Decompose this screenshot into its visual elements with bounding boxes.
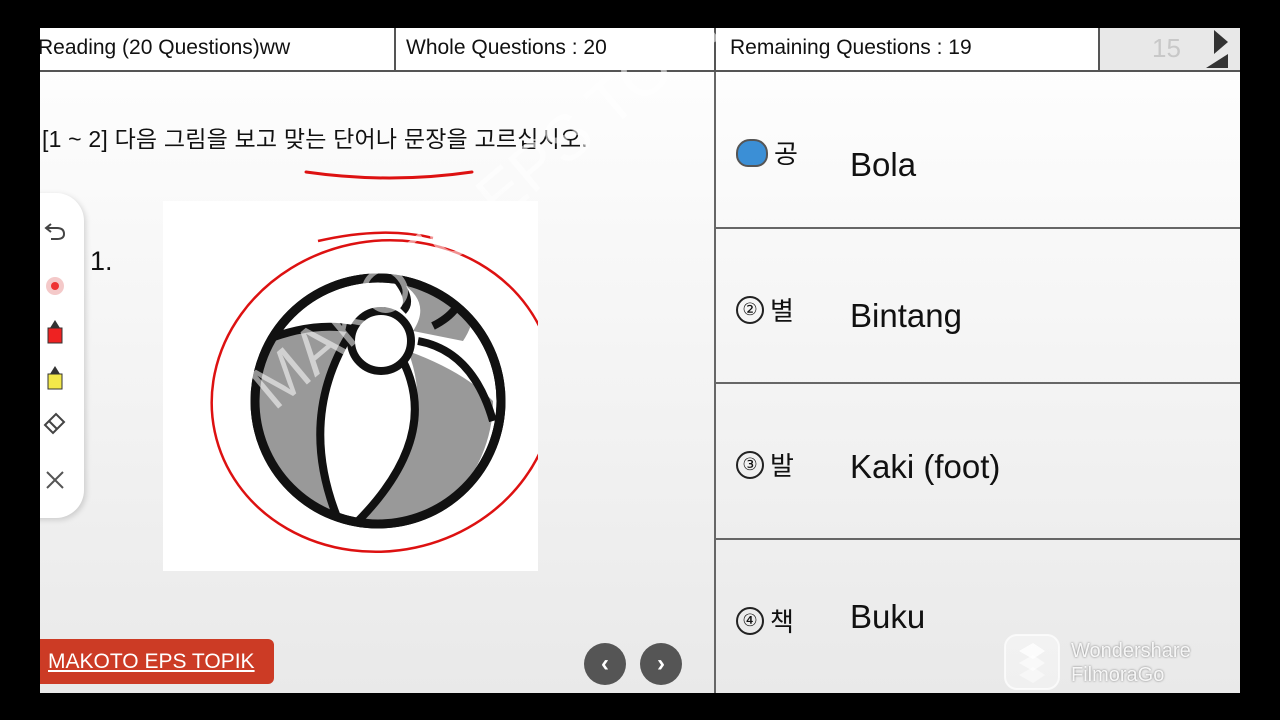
answer-korean: 책 (770, 607, 794, 637)
answer-option-1[interactable]: 공 Bola (716, 72, 1240, 229)
remaining-questions-count: Remaining Questions : 19 (716, 28, 1100, 72)
answer-number-icon: ③ (736, 450, 764, 479)
overlay-line-1: Wondershare (1071, 640, 1191, 662)
instruction-underline-annotation (304, 170, 474, 180)
answer-text: Bintang (850, 297, 962, 334)
pen-dot-icon[interactable] (40, 271, 70, 301)
brand-link[interactable]: MAKOTO EPS TOPIK (40, 639, 274, 684)
answer-number-icon: ② (736, 295, 764, 324)
beach-ball-icon (210, 231, 556, 554)
answer-korean: 별 (770, 296, 794, 326)
timer-box: 15 (1100, 28, 1240, 72)
drawing-toolbar (40, 193, 84, 518)
answer-korean: 공 (774, 139, 798, 169)
question-image-beach-ball (163, 201, 556, 571)
answer-number-icon: ④ (736, 606, 764, 635)
answer-korean: 발 (770, 451, 794, 481)
answer-option-2[interactable]: ② 별 Bintang (716, 229, 1240, 384)
eraser-icon[interactable] (40, 407, 70, 437)
answer-text: Bola (850, 146, 917, 183)
undo-icon[interactable] (40, 215, 70, 245)
quiz-screen: Reading (20 Questions)ww Whole Questions… (40, 28, 1240, 693)
filmora-watermark: Wondershare FilmoraGo (1003, 631, 1240, 693)
question-instruction: [1 ~ 2] 다음 그림을 보고 맞는 단어나 문장을 고르십시오. (42, 126, 588, 152)
reading-section-label: Reading (20 Questions)ww (40, 28, 396, 72)
whole-questions-count: Whole Questions : 20 (396, 28, 716, 72)
red-marker-icon[interactable] (40, 317, 70, 347)
timer-arrow-icon (1214, 30, 1228, 54)
answer-text: Buku (850, 598, 926, 635)
timer-corner-icon (1206, 54, 1228, 68)
filmora-logo-icon (1004, 634, 1060, 690)
timer-value: 15 (1152, 33, 1181, 63)
selected-answer-icon (736, 138, 768, 167)
answer-text: Kaki (foot) (850, 448, 1001, 485)
close-icon[interactable] (40, 465, 70, 495)
next-question-button[interactable]: › (640, 643, 682, 685)
yellow-highlighter-icon[interactable] (40, 363, 70, 393)
overlay-line-2: FilmoraGo (1071, 664, 1165, 686)
prev-question-button[interactable]: ‹ (584, 643, 626, 685)
answer-option-3[interactable]: ③ 발 Kaki (foot) (716, 384, 1240, 540)
question-number: 1. (90, 246, 113, 276)
